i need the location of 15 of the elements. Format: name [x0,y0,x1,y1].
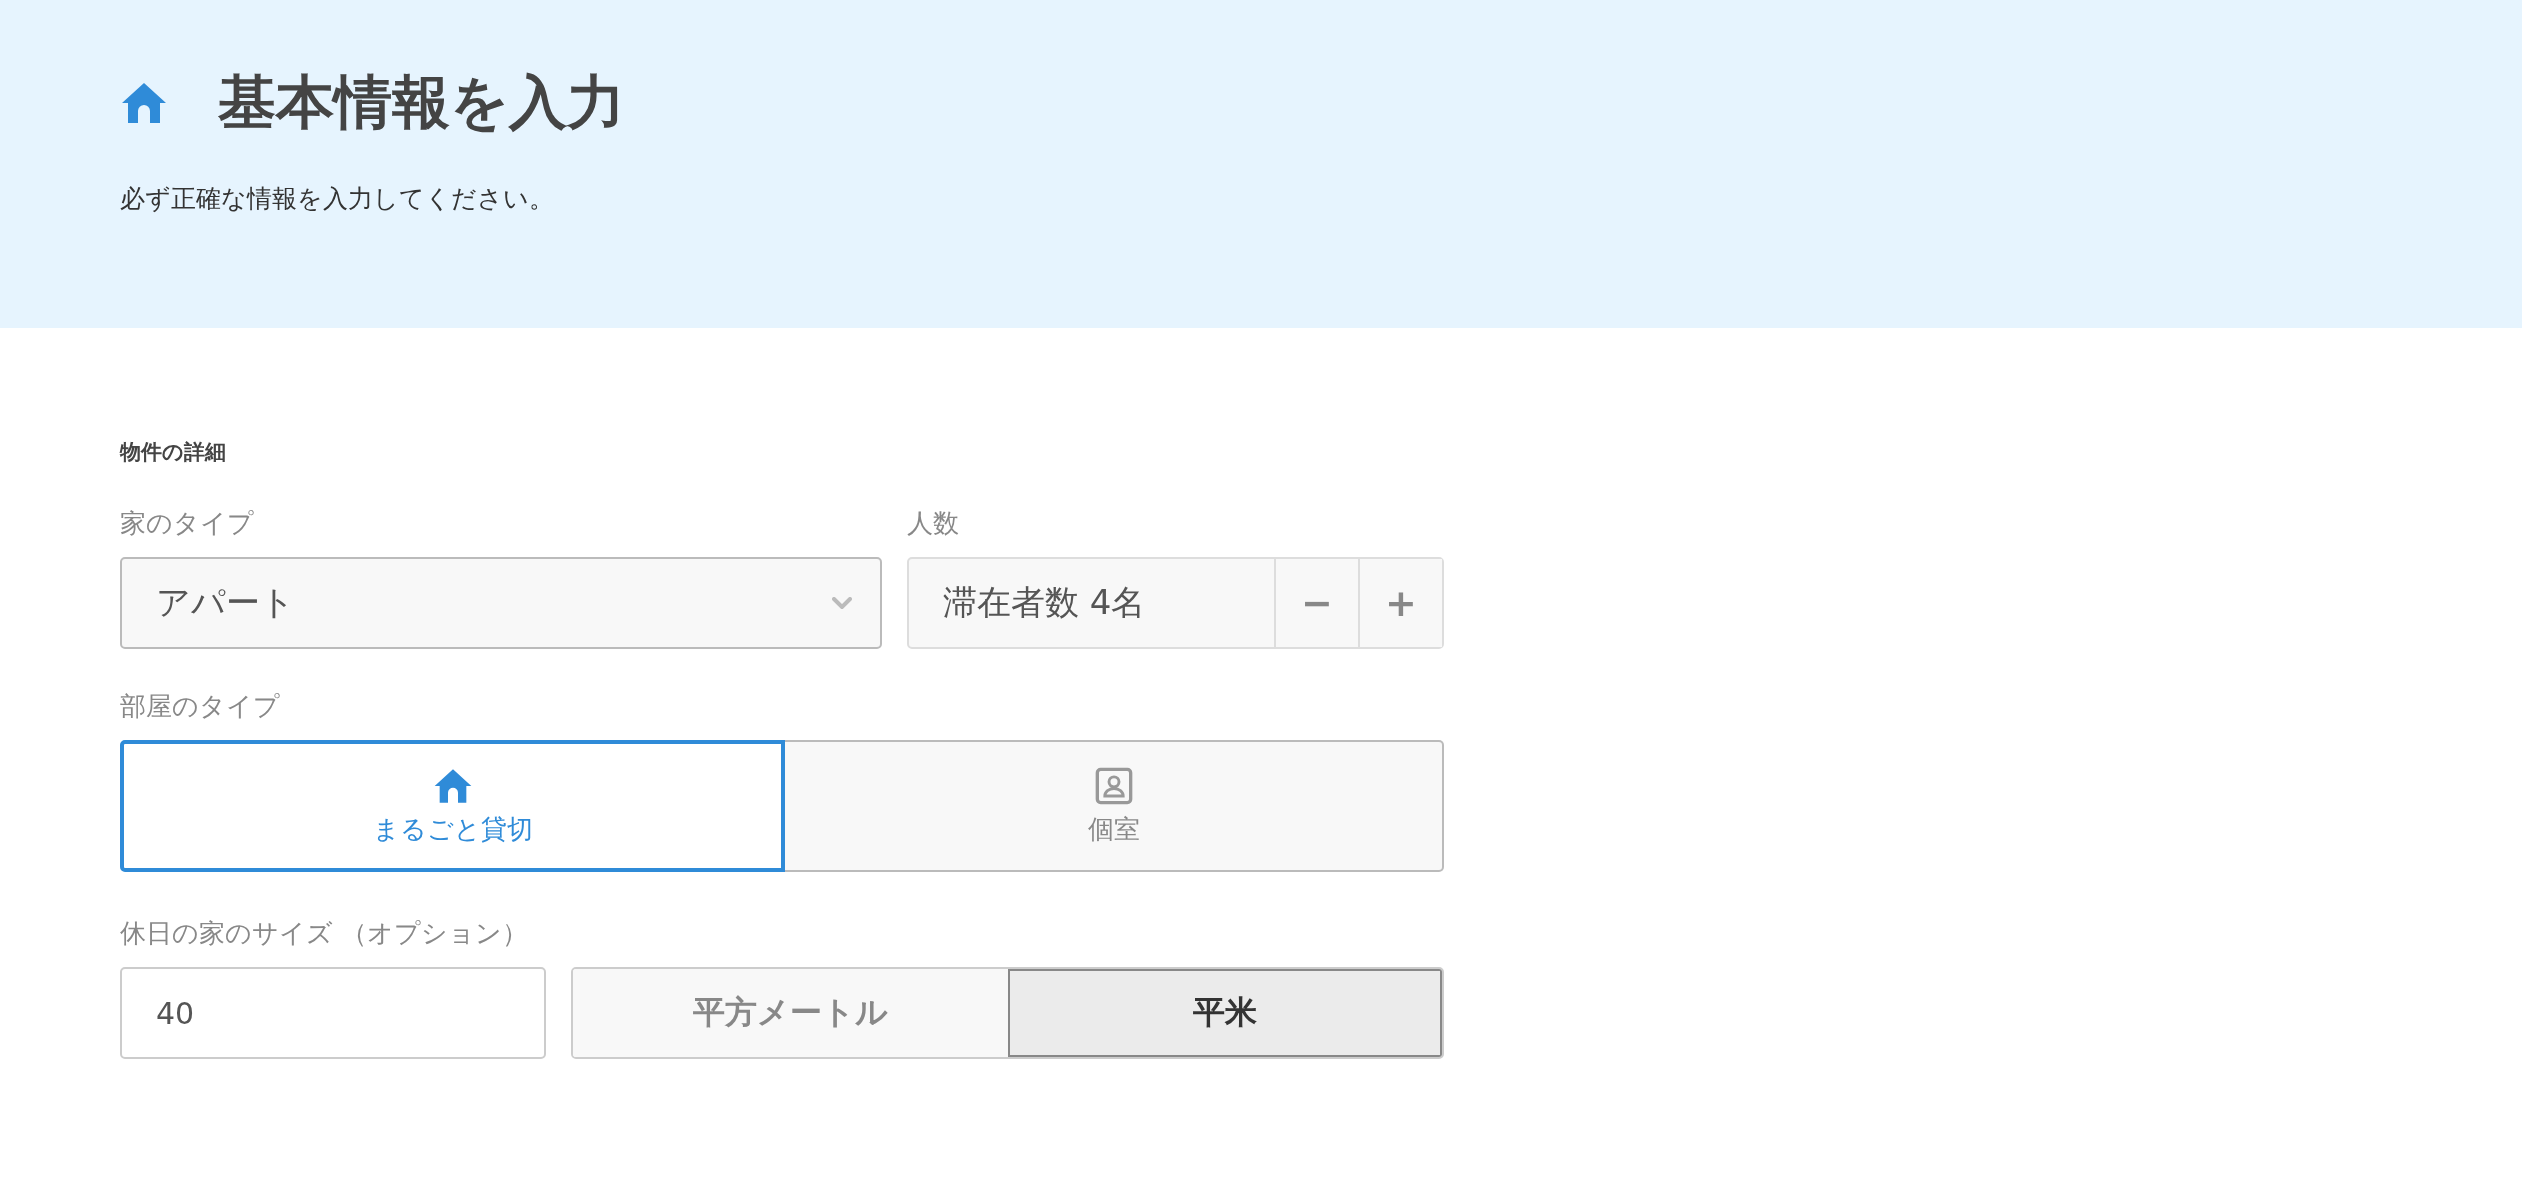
room-type-option[interactable]: まるごと貸切 [120,740,785,872]
page-title: 基本情報を入力 [218,67,625,138]
home-type-dropdown[interactable]: アパート [120,557,882,649]
field-label: 休日の家のサイズ （オプション） [120,917,530,950]
section-heading: 物件の詳細 [120,439,227,466]
field-label: 家のタイプ [120,507,255,540]
page-subtitle: 必ず正確な情報を入力してください。 [120,183,555,215]
size-input[interactable]: 40 [120,967,546,1059]
room-type-option[interactable]: 個室 [785,740,1444,872]
unit-toggle[interactable]: 平米 [1007,969,1442,1057]
field-label: 人数 [907,507,960,540]
person-icon [1093,765,1134,806]
chevron-down-icon [832,597,852,609]
field-label: 部屋のタイプ [120,690,281,723]
unit-toggle[interactable]: 平方メートル [573,969,1008,1057]
